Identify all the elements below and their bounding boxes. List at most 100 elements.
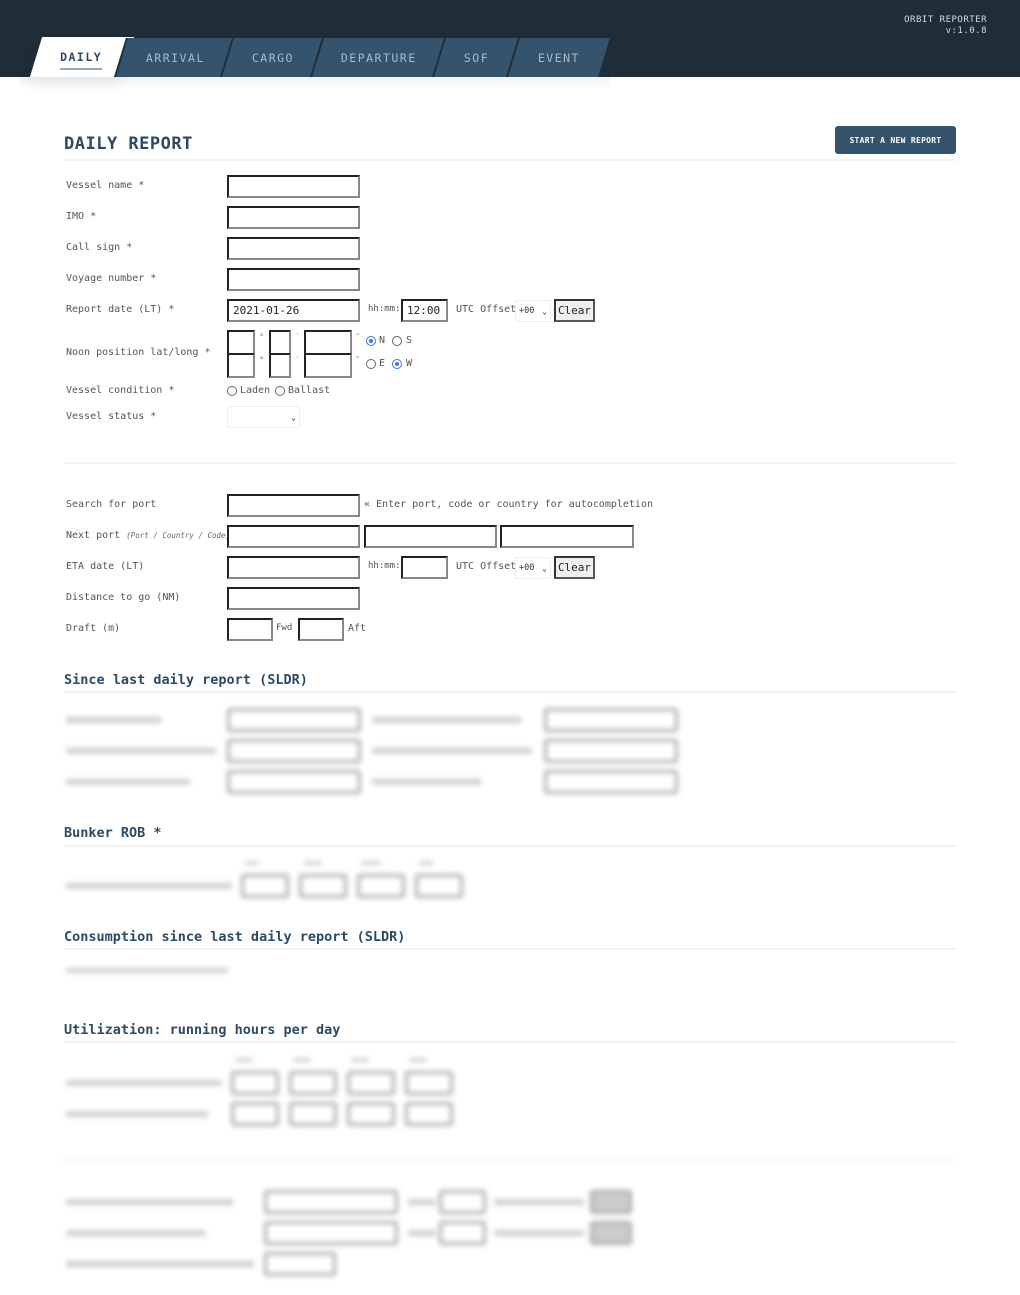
second-mark: ″ <box>355 356 361 366</box>
lat-north-radio[interactable] <box>366 336 376 346</box>
chevron-down-icon: ⌄ <box>542 306 547 316</box>
vessel-status-label: Vessel status * <box>66 411 157 422</box>
next-port-code-input[interactable] <box>500 525 634 548</box>
section-divider <box>64 691 956 693</box>
lat-degrees-input[interactable] <box>227 330 255 355</box>
blurred-input[interactable] <box>241 874 289 898</box>
long-west-radio[interactable] <box>392 359 402 369</box>
tab-departure[interactable]: DEPARTURE <box>310 38 446 77</box>
blurred-input[interactable] <box>227 770 361 794</box>
long-east-radio[interactable] <box>366 359 376 369</box>
blurred-input[interactable] <box>544 770 678 794</box>
bunker-section-title: Bunker ROB * <box>64 825 162 841</box>
eta-time-label: hh:mm: <box>368 561 401 571</box>
report-time-label: hh:mm: <box>368 304 401 314</box>
tab-event[interactable]: EVENT <box>506 38 610 77</box>
chevron-down-icon: ⌄ <box>291 412 296 422</box>
blurred-link[interactable] <box>66 968 228 973</box>
blurred-input[interactable] <box>347 1071 395 1095</box>
title-divider <box>64 159 956 161</box>
voyage-number-input[interactable] <box>227 268 360 291</box>
condition-ballast-radio[interactable] <box>275 386 285 396</box>
blurred-input[interactable] <box>439 1190 486 1214</box>
blurred-input[interactable] <box>227 739 361 763</box>
lat-seconds-input[interactable] <box>304 330 352 355</box>
page-title: DAILY REPORT <box>64 134 193 154</box>
draft-aft-label: Aft <box>348 623 367 634</box>
start-new-report-button[interactable]: START A NEW REPORT <box>835 126 956 154</box>
eta-utc-offset-select[interactable]: +00 ⌄ <box>515 557 551 579</box>
blurred-button[interactable] <box>590 1221 632 1245</box>
blurred-button[interactable] <box>590 1190 632 1214</box>
condition-laden-radio[interactable] <box>227 386 237 396</box>
blurred-input[interactable] <box>231 1102 279 1126</box>
app-name: ORBIT REPORTER <box>904 15 987 25</box>
blurred-input[interactable] <box>405 1102 453 1126</box>
blurred-input[interactable] <box>347 1102 395 1126</box>
vessel-name-label: Vessel name * <box>66 180 145 191</box>
tab-arrival[interactable]: ARRIVAL <box>114 38 234 77</box>
tab-cargo[interactable]: CARGO <box>220 38 324 77</box>
draft-fwd-input[interactable] <box>227 618 273 641</box>
next-port-country-input[interactable] <box>364 525 497 548</box>
utilization-section-title: Utilization: running hours per day <box>64 1022 341 1038</box>
eta-time-input[interactable] <box>401 556 448 579</box>
imo-label: IMO * <box>66 211 97 222</box>
blurred-input[interactable] <box>439 1221 486 1245</box>
blurred-input[interactable] <box>544 708 678 732</box>
degree-mark: ° <box>259 356 265 366</box>
distance-to-go-input[interactable] <box>227 587 360 610</box>
blurred-input[interactable] <box>357 874 405 898</box>
blurred-input[interactable] <box>289 1102 337 1126</box>
blurred-input[interactable] <box>231 1071 279 1095</box>
report-utc-offset-select[interactable]: +00 ⌄ <box>515 300 551 322</box>
blurred-input[interactable] <box>405 1071 453 1095</box>
blurred-input[interactable] <box>289 1071 337 1095</box>
app-brand: ORBIT REPORTER v:1.0.8 <box>904 15 987 37</box>
long-east-label: E <box>379 358 386 369</box>
minute-mark: ′ <box>295 333 301 343</box>
lat-minutes-input[interactable] <box>269 330 291 355</box>
eta-clear-button[interactable]: Clear <box>554 556 595 579</box>
blurred-input[interactable] <box>544 739 678 763</box>
blurred-input[interactable] <box>264 1190 398 1214</box>
section-divider <box>64 1159 956 1161</box>
long-degrees-input[interactable] <box>227 353 255 378</box>
condition-ballast-label: Ballast <box>288 385 331 396</box>
next-port-sublabel: (Port / Country / Code) <box>126 531 231 540</box>
lat-south-label: S <box>406 335 413 346</box>
eta-date-label: ETA date (LT) <box>66 561 145 572</box>
draft-label: Draft (m) <box>66 623 121 634</box>
noon-position-label: Noon position lat/long * <box>66 347 211 358</box>
condition-laden-label: Laden <box>240 385 271 396</box>
report-date-input[interactable] <box>227 299 360 322</box>
blurred-input[interactable] <box>264 1252 336 1276</box>
long-seconds-input[interactable] <box>304 353 352 378</box>
app-version: v:1.0.8 <box>945 26 987 36</box>
vessel-name-input[interactable] <box>227 175 360 198</box>
search-port-hint: « Enter port, code or country for autoco… <box>364 499 653 510</box>
lat-south-radio[interactable] <box>392 336 402 346</box>
eta-date-input[interactable] <box>227 556 360 579</box>
section-divider <box>64 845 956 847</box>
report-utc-label: UTC Offset: <box>456 304 523 315</box>
second-mark: ″ <box>355 333 361 343</box>
next-port-name-input[interactable] <box>227 525 360 548</box>
top-bar: ORBIT REPORTER v:1.0.8 DAILY ARRIVAL CAR… <box>0 0 1020 77</box>
section-divider <box>64 948 956 950</box>
long-minutes-input[interactable] <box>269 353 291 378</box>
draft-aft-input[interactable] <box>298 618 344 641</box>
report-date-clear-button[interactable]: Clear <box>554 299 595 322</box>
search-port-input[interactable] <box>227 494 360 517</box>
report-time-input[interactable] <box>401 299 448 322</box>
next-port-label: Next port (Port / Country / Code) <box>66 530 231 541</box>
vessel-status-select[interactable]: ⌄ <box>227 406 300 428</box>
blurred-input[interactable] <box>415 874 463 898</box>
eta-utc-label: UTC Offset: <box>456 561 523 572</box>
call-sign-input[interactable] <box>227 237 360 260</box>
blurred-input[interactable] <box>227 708 361 732</box>
blurred-input[interactable] <box>299 874 347 898</box>
imo-input[interactable] <box>227 206 360 229</box>
blurred-input[interactable] <box>264 1221 398 1245</box>
long-west-label: W <box>406 358 413 369</box>
